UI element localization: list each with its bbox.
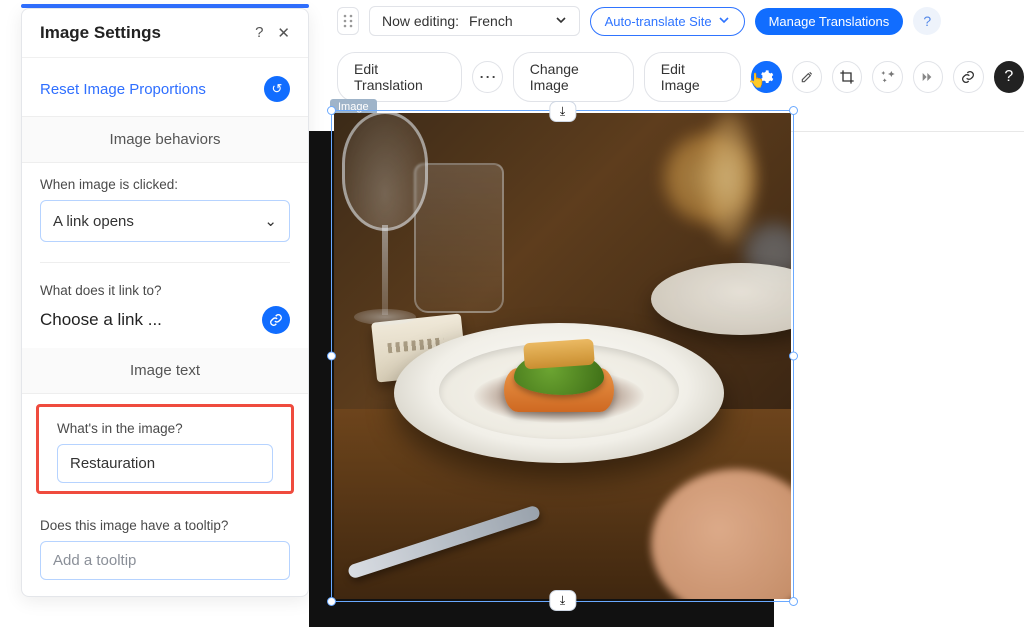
reset-proportions-link[interactable]: Reset Image Proportions (40, 81, 206, 98)
editing-prefix: Now editing: (382, 13, 459, 29)
chevron-down-icon: ⌄ (264, 212, 277, 230)
panel-title: Image Settings (40, 23, 161, 43)
section-image-behaviors: Image behaviors (22, 117, 308, 163)
when-clicked-value: A link opens (53, 213, 134, 230)
help-icon[interactable]: ? (255, 24, 263, 42)
label-when-clicked: When image is clicked: (22, 163, 308, 200)
undo-icon[interactable]: ↺ (264, 76, 290, 102)
link-icon[interactable] (262, 306, 290, 334)
manage-translations-button[interactable]: Manage Translations (755, 8, 904, 35)
choose-link-value[interactable]: Choose a link ... (40, 310, 162, 330)
whats-in-image-group: What's in the image? Restauration (36, 404, 294, 494)
toolbar-help-icon[interactable]: ? (994, 61, 1024, 93)
magic-icon[interactable] (872, 61, 902, 93)
image-toolbar: Edit Translation ⋯ Change Image Edit Ima… (337, 52, 1024, 102)
section-image-text: Image text (22, 348, 308, 394)
crop-icon[interactable] (832, 61, 862, 93)
chevron-down-icon (718, 14, 730, 29)
settings-gear-icon[interactable] (751, 61, 781, 93)
link-icon[interactable] (953, 61, 983, 93)
change-image-button[interactable]: Change Image (513, 52, 634, 102)
selected-image[interactable] (334, 113, 791, 599)
tooltip-input[interactable]: Add a tooltip (40, 541, 290, 580)
label-link-to: What does it link to? (22, 283, 308, 306)
close-icon[interactable]: ✕ (277, 24, 290, 42)
brush-icon[interactable] (792, 61, 822, 93)
more-options-icon[interactable]: ⋯ (472, 61, 502, 93)
chevron-down-icon (555, 13, 567, 29)
image-settings-panel: Image Settings ? ✕ Reset Image Proportio… (21, 8, 309, 597)
drag-handle-icon[interactable] (337, 7, 359, 35)
language-selector[interactable]: Now editing: French (369, 6, 580, 36)
top-toolbar: Now editing: French Auto-translate Site … (337, 6, 941, 36)
label-tooltip: Does this image have a tooltip? (22, 504, 308, 541)
label-whats-in-image: What's in the image? (43, 415, 287, 444)
edit-image-button[interactable]: Edit Image (644, 52, 741, 102)
help-icon[interactable]: ? (913, 7, 941, 35)
auto-translate-button[interactable]: Auto-translate Site (590, 7, 745, 36)
editing-language: French (469, 13, 513, 29)
when-clicked-select[interactable]: A link opens ⌄ (40, 200, 290, 242)
animation-icon[interactable] (913, 61, 943, 93)
edit-translation-button[interactable]: Edit Translation (337, 52, 462, 102)
whats-in-image-input[interactable]: Restauration (57, 444, 273, 483)
